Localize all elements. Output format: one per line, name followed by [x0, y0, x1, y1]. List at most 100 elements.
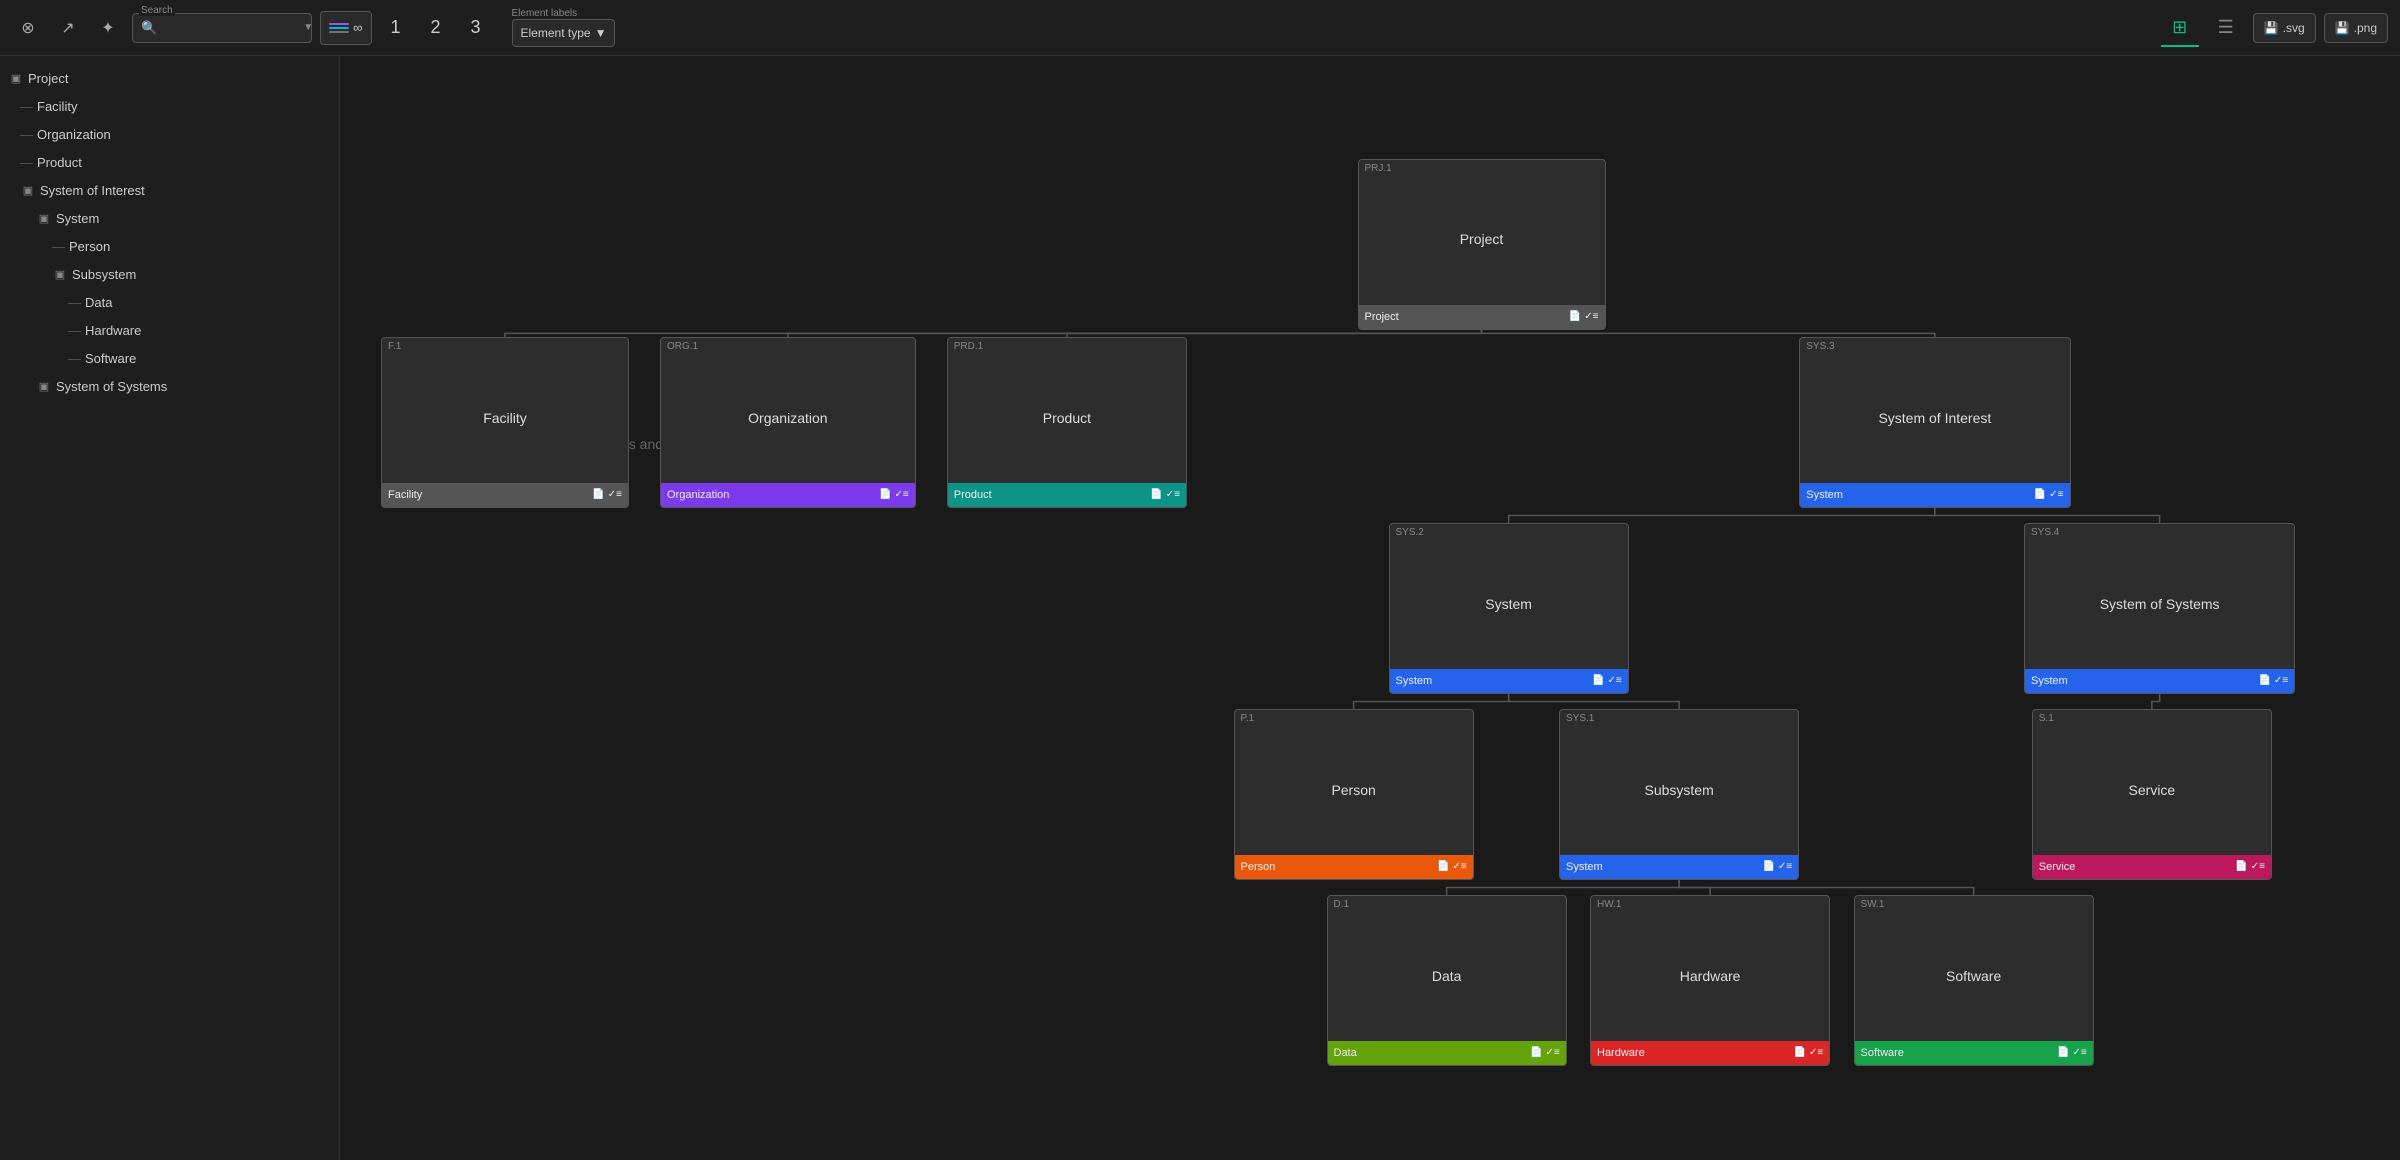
toolbar-right: ⊞ ☰ 💾 .svg 💾 .png [2161, 9, 2388, 47]
table-icon: ☰ [2218, 17, 2234, 38]
node-title-org1: Organization [661, 352, 915, 483]
node-sys3[interactable]: SYS.3 System of Interest System 📄 ✓≡ [1799, 337, 2070, 508]
footer-label-prj1: Project [1365, 311, 1399, 323]
num1-button[interactable]: 1 [380, 12, 412, 44]
node-footer-sys2: System 📄 ✓≡ [1390, 669, 1628, 693]
doc-icon-org1: 📄 [879, 489, 891, 500]
check-icon-s1: ✓≡ [2251, 861, 2265, 872]
element-type-button[interactable]: Element type ▼ [512, 19, 616, 47]
node-title-prd1: Product [948, 352, 1186, 483]
sidebar-item-system-of-interest[interactable]: ▣ System of Interest [0, 176, 339, 204]
doc-icon-prj1: 📄 [1569, 311, 1581, 322]
node-title-sys4: System of Systems [2025, 538, 2294, 669]
canvas[interactable]: Press and hold CTRL when double clicking… [340, 56, 2400, 1160]
expand-icon-subsystem: ▣ [52, 266, 68, 282]
element-type-label: Element type [521, 26, 591, 40]
diagram-view-button[interactable]: ⊞ [2161, 9, 2199, 47]
table-view-button[interactable]: ☰ [2207, 9, 2245, 47]
node-footer-hw1: Hardware 📄 ✓≡ [1591, 1041, 1829, 1065]
pin-button[interactable]: ✦ [92, 12, 124, 44]
check-icon-p1: ✓≡ [1453, 861, 1467, 872]
dash-hardware: — [68, 323, 81, 338]
layer-button[interactable]: ∞ [320, 11, 372, 45]
sidebar-item-organization[interactable]: — Organization [0, 120, 339, 148]
check-icon-prd1: ✓≡ [1166, 489, 1180, 500]
search-icon: 🔍 [141, 20, 157, 36]
sidebar-label-project: Project [28, 71, 68, 86]
node-id-prd1: PRD.1 [948, 338, 1186, 352]
node-id-prj1: PRJ.1 [1359, 160, 1605, 174]
diagram-icon: ⊞ [2172, 17, 2187, 38]
node-footer-sys4: System 📄 ✓≡ [2025, 669, 2294, 693]
sidebar-item-system[interactable]: ▣ System [0, 204, 339, 232]
sidebar-item-person[interactable]: — Person [0, 232, 339, 260]
num3-button[interactable]: 3 [460, 12, 492, 44]
export-svg-label: .svg [2283, 21, 2305, 35]
node-sys1[interactable]: SYS.1 Subsystem System 📄 ✓≡ [1559, 709, 1799, 880]
node-title-sys1: Subsystem [1560, 724, 1798, 855]
export-svg-button[interactable]: 💾 .svg [2253, 13, 2316, 43]
node-id-sys4: SYS.4 [2025, 524, 2294, 538]
sidebar-label-person: Person [69, 239, 110, 254]
num2-button[interactable]: 2 [420, 12, 452, 44]
expand-icon-system: ▣ [36, 210, 52, 226]
search-container: Search 🔍 ▼ [132, 13, 312, 43]
node-s1[interactable]: S.1 Service Service 📄 ✓≡ [2032, 709, 2272, 880]
node-d1[interactable]: D.1 Data Data 📄 ✓≡ [1327, 895, 1567, 1066]
node-title-sw1: Software [1855, 910, 2093, 1041]
sidebar-item-subsystem[interactable]: ▣ Subsystem [0, 260, 339, 288]
node-id-p1: P.1 [1235, 710, 1473, 724]
node-p1[interactable]: P.1 Person Person 📄 ✓≡ [1234, 709, 1474, 880]
sidebar-label-data: Data [85, 295, 112, 310]
check-icon-hw1: ✓≡ [1809, 1047, 1823, 1058]
export-png-button[interactable]: 💾 .png [2324, 13, 2388, 43]
node-sys2[interactable]: SYS.2 System System 📄 ✓≡ [1389, 523, 1629, 694]
node-footer-f1: Facility 📄 ✓≡ [382, 483, 628, 507]
node-id-f1: F.1 [382, 338, 628, 352]
footer-label-s1: Service [2039, 861, 2076, 873]
search-dropdown-button[interactable]: ▼ [301, 22, 315, 33]
sidebar-label-facility: Facility [37, 99, 77, 114]
element-labels-text: Element labels [512, 8, 616, 19]
node-id-sw1: SW.1 [1855, 896, 2093, 910]
sidebar-item-data[interactable]: — Data [0, 288, 339, 316]
search-label: Search [139, 5, 175, 16]
export-svg-icon: 💾 [2264, 21, 2279, 35]
footer-label-sys4: System [2031, 675, 2068, 687]
node-title-p1: Person [1235, 724, 1473, 855]
sidebar-item-facility[interactable]: — Facility [0, 92, 339, 120]
node-id-s1: S.1 [2033, 710, 2271, 724]
node-footer-sw1: Software 📄 ✓≡ [1855, 1041, 2093, 1065]
search-input[interactable] [161, 21, 301, 35]
sidebar-item-software[interactable]: — Software [0, 344, 339, 372]
doc-icon-sw1: 📄 [2057, 1047, 2069, 1058]
node-f1[interactable]: F.1 Facility Facility 📄 ✓≡ [381, 337, 629, 508]
footer-label-sys2: System [1396, 675, 1433, 687]
node-title-f1: Facility [382, 352, 628, 483]
node-sys4[interactable]: SYS.4 System of Systems System 📄 ✓≡ [2024, 523, 2295, 694]
sidebar-item-project[interactable]: ▣ Project [0, 64, 339, 92]
node-prd1[interactable]: PRD.1 Product Product 📄 ✓≡ [947, 337, 1187, 508]
check-icon-f1: ✓≡ [608, 489, 622, 500]
node-footer-prd1: Product 📄 ✓≡ [948, 483, 1186, 507]
doc-icon-prd1: 📄 [1150, 489, 1162, 500]
node-footer-p1: Person 📄 ✓≡ [1235, 855, 1473, 879]
node-footer-sys3: System 📄 ✓≡ [1800, 483, 2069, 507]
sidebar-item-hardware[interactable]: — Hardware [0, 316, 339, 344]
sidebar-item-system-of-systems[interactable]: ▣ System of Systems [0, 372, 339, 400]
node-footer-sys1: System 📄 ✓≡ [1560, 855, 1798, 879]
node-hw1[interactable]: HW.1 Hardware Hardware 📄 ✓≡ [1590, 895, 1830, 1066]
expand-button[interactable]: ↗ [52, 12, 84, 44]
dash-software: — [68, 351, 81, 366]
node-prj1[interactable]: PRJ.1 Project Project 📄 ✓≡ [1358, 159, 1606, 330]
node-sw1[interactable]: SW.1 Software Software 📄 ✓≡ [1854, 895, 2094, 1066]
expand-icon: ↗ [61, 18, 74, 38]
close-button[interactable]: ⊗ [12, 12, 44, 44]
dash-product: — [20, 155, 33, 170]
sidebar: ▣ Project — Facility — Organization — Pr… [0, 56, 340, 1160]
layer-icon [329, 18, 349, 38]
sidebar-item-product[interactable]: — Product [0, 148, 339, 176]
doc-icon-sys2: 📄 [1592, 675, 1604, 686]
node-org1[interactable]: ORG.1 Organization Organization 📄 ✓≡ [660, 337, 916, 508]
doc-icon-s1: 📄 [2235, 861, 2247, 872]
